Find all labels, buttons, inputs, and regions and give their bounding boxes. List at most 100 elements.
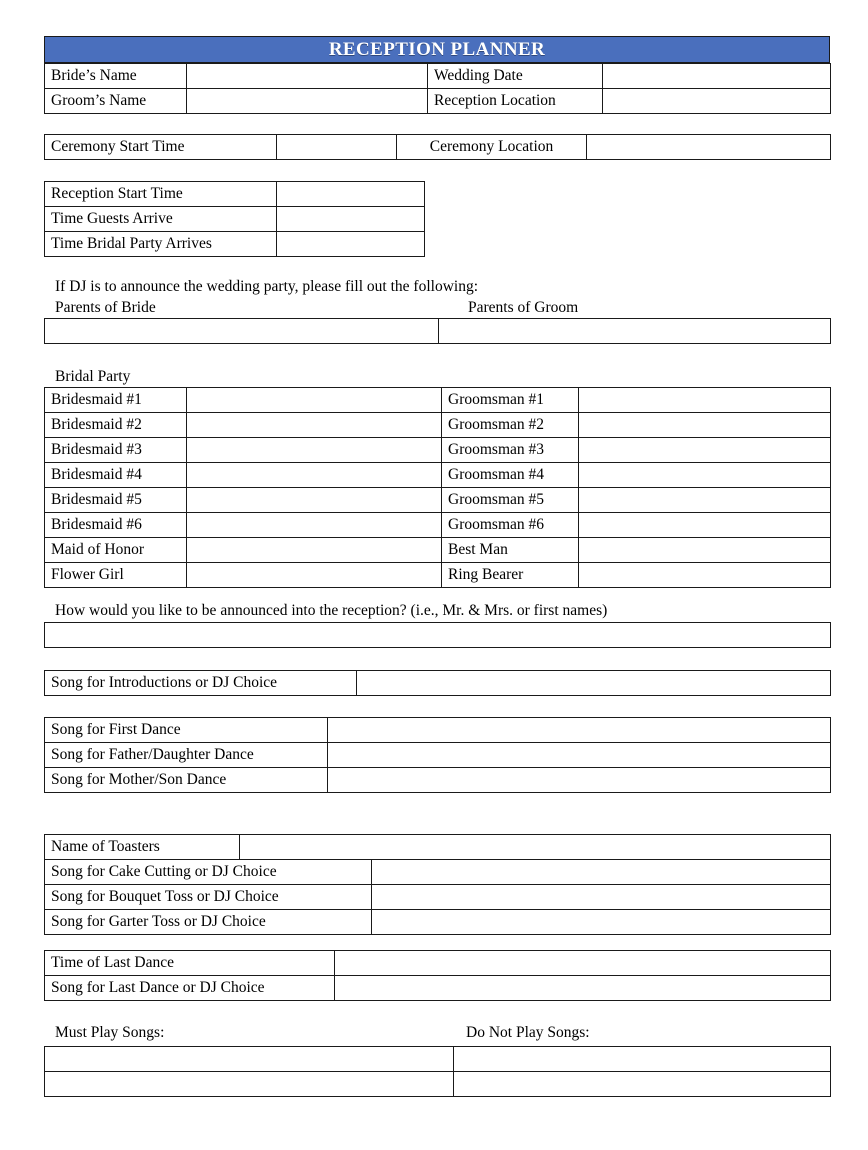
parents-of-groom-label: Parents of Groom	[468, 299, 579, 316]
maid-of-honor-label: Maid of Honor	[44, 537, 187, 563]
do-not-play-field-1[interactable]	[453, 1046, 831, 1072]
cake-cutting-song-label: Song for Cake Cutting or DJ Choice	[44, 859, 372, 885]
table-row: Song for Last Dance or DJ Choice	[44, 975, 831, 1001]
announcement-table	[44, 622, 831, 648]
playlists-table	[44, 1046, 831, 1097]
table-row	[44, 622, 831, 648]
table-row: Name of Toasters	[44, 834, 831, 860]
father-daughter-dance-song-field[interactable]	[327, 742, 831, 768]
bride-name-field[interactable]	[186, 63, 428, 89]
ceremony-start-time-field[interactable]	[276, 134, 397, 160]
table-row: Bride’s Name Wedding Date	[44, 63, 831, 89]
garter-toss-song-field[interactable]	[371, 909, 831, 935]
time-bridal-party-arrives-field[interactable]	[276, 231, 425, 257]
ceremony-location-label: Ceremony Location	[396, 134, 587, 160]
groomsman-5-field[interactable]	[578, 487, 831, 513]
best-man-label: Best Man	[441, 537, 579, 563]
table-row: Time Bridal Party Arrives	[44, 231, 425, 257]
toasters-field[interactable]	[239, 834, 831, 860]
bridesmaid-6-field[interactable]	[186, 512, 442, 538]
ceremony-start-time-label: Ceremony Start Time	[44, 134, 277, 160]
reception-location-field[interactable]	[602, 88, 831, 114]
groomsman-3-label: Groomsman #3	[441, 437, 579, 463]
reception-times-table: Reception Start Time Time Guests Arrive …	[44, 181, 425, 257]
first-dance-song-label: Song for First Dance	[44, 717, 328, 743]
table-row: Bridesmaid #2 Groomsman #2	[44, 412, 831, 438]
best-man-field[interactable]	[578, 537, 831, 563]
wedding-date-label: Wedding Date	[427, 63, 603, 89]
page-title: RECEPTION PLANNER	[44, 36, 830, 63]
table-row: Time Guests Arrive	[44, 206, 425, 232]
document-page: RECEPTION PLANNER Bride’s Name Wedding D…	[0, 0, 868, 1150]
time-of-last-dance-field[interactable]	[334, 950, 831, 976]
table-row: Bridesmaid #1 Groomsman #1	[44, 387, 831, 413]
table-row: Flower Girl Ring Bearer	[44, 562, 831, 588]
groomsman-1-label: Groomsman #1	[441, 387, 579, 413]
flower-girl-field[interactable]	[186, 562, 442, 588]
parents-table	[44, 318, 831, 344]
bridesmaid-4-label: Bridesmaid #4	[44, 462, 187, 488]
last-dance-table: Time of Last Dance Song for Last Dance o…	[44, 950, 831, 1001]
intro-song-field[interactable]	[356, 670, 831, 696]
garter-toss-song-label: Song for Garter Toss or DJ Choice	[44, 909, 372, 935]
time-guests-arrive-label: Time Guests Arrive	[44, 206, 277, 232]
groomsman-2-field[interactable]	[578, 412, 831, 438]
dance-songs-table: Song for First Dance Song for Father/Dau…	[44, 717, 831, 793]
do-not-play-field-2[interactable]	[453, 1071, 831, 1097]
wedding-date-field[interactable]	[602, 63, 831, 89]
bride-name-label: Bride’s Name	[44, 63, 187, 89]
parents-of-bride-label: Parents of Bride	[55, 299, 156, 316]
intro-song-table: Song for Introductions or DJ Choice	[44, 670, 831, 696]
groomsman-6-label: Groomsman #6	[441, 512, 579, 538]
do-not-play-songs-label: Do Not Play Songs:	[466, 1024, 590, 1041]
parents-of-groom-field[interactable]	[438, 318, 831, 344]
groom-name-field[interactable]	[186, 88, 428, 114]
bridesmaid-1-field[interactable]	[186, 387, 442, 413]
table-row: Bridesmaid #5 Groomsman #5	[44, 487, 831, 513]
bouquet-toss-song-field[interactable]	[371, 884, 831, 910]
mother-son-dance-song-field[interactable]	[327, 767, 831, 793]
table-row: Maid of Honor Best Man	[44, 537, 831, 563]
bridesmaid-2-field[interactable]	[186, 412, 442, 438]
bridal-party-heading: Bridal Party	[55, 368, 131, 385]
announcement-field[interactable]	[44, 622, 831, 648]
table-row: Song for Father/Daughter Dance	[44, 742, 831, 768]
ceremony-location-field[interactable]	[586, 134, 831, 160]
reception-start-time-label: Reception Start Time	[44, 181, 277, 207]
table-row	[44, 318, 831, 344]
groomsman-1-field[interactable]	[578, 387, 831, 413]
bridesmaid-3-label: Bridesmaid #3	[44, 437, 187, 463]
table-row: Song for Bouquet Toss or DJ Choice	[44, 884, 831, 910]
time-guests-arrive-field[interactable]	[276, 206, 425, 232]
table-row: Ceremony Start Time Ceremony Location	[44, 134, 831, 160]
groomsman-4-field[interactable]	[578, 462, 831, 488]
bridesmaid-4-field[interactable]	[186, 462, 442, 488]
groom-name-label: Groom’s Name	[44, 88, 187, 114]
groomsman-6-field[interactable]	[578, 512, 831, 538]
bridesmaid-3-field[interactable]	[186, 437, 442, 463]
must-play-field-1[interactable]	[44, 1046, 454, 1072]
maid-of-honor-field[interactable]	[186, 537, 442, 563]
toast-and-event-songs-table: Name of Toasters Song for Cake Cutting o…	[44, 834, 831, 935]
bridesmaid-5-field[interactable]	[186, 487, 442, 513]
bouquet-toss-song-label: Song for Bouquet Toss or DJ Choice	[44, 884, 372, 910]
ring-bearer-label: Ring Bearer	[441, 562, 579, 588]
dj-announcement-note: If DJ is to announce the wedding party, …	[55, 278, 478, 295]
must-play-songs-label: Must Play Songs:	[55, 1024, 165, 1041]
toasters-label: Name of Toasters	[44, 834, 240, 860]
reception-start-time-field[interactable]	[276, 181, 425, 207]
parents-of-bride-field[interactable]	[44, 318, 439, 344]
table-row	[44, 1046, 831, 1072]
bridesmaid-5-label: Bridesmaid #5	[44, 487, 187, 513]
father-daughter-dance-song-label: Song for Father/Daughter Dance	[44, 742, 328, 768]
table-row: Song for First Dance	[44, 717, 831, 743]
table-row: Bridesmaid #6 Groomsman #6	[44, 512, 831, 538]
table-row: Song for Cake Cutting or DJ Choice	[44, 859, 831, 885]
last-dance-song-field[interactable]	[334, 975, 831, 1001]
ring-bearer-field[interactable]	[578, 562, 831, 588]
must-play-field-2[interactable]	[44, 1071, 454, 1097]
first-dance-song-field[interactable]	[327, 717, 831, 743]
groomsman-3-field[interactable]	[578, 437, 831, 463]
ceremony-table: Ceremony Start Time Ceremony Location	[44, 134, 831, 160]
cake-cutting-song-field[interactable]	[371, 859, 831, 885]
